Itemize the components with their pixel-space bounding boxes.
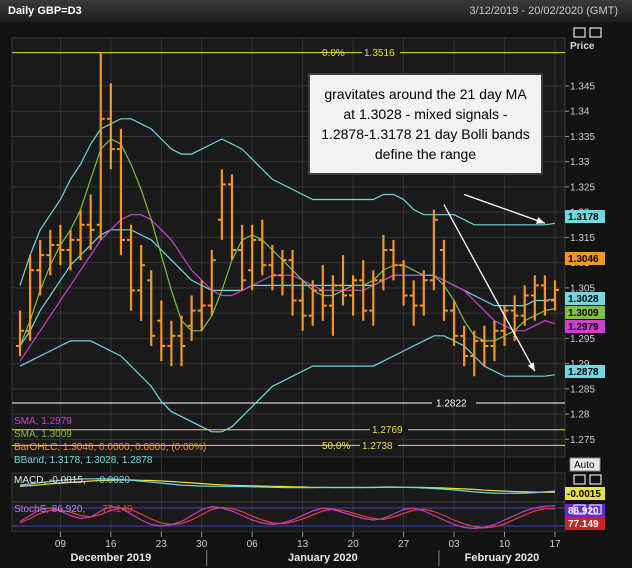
y-tick-label: 1.295 [570, 334, 595, 345]
y-tick-label: 1.315 [570, 233, 595, 244]
price-tag-value: 1.3028 [568, 294, 599, 305]
legend-entry: BBand, 1.3178, 1.3028, 1.2878 [14, 455, 153, 466]
x-tick-label: 17 [549, 539, 561, 550]
y-tick-label: 1.33 [570, 157, 590, 168]
month-label: February 2020 [465, 552, 540, 564]
price-tag-value: 1.2979 [568, 322, 599, 333]
fib-value: 1.3516 [364, 48, 395, 59]
y-tick-label: 1.345 [570, 81, 595, 92]
chart-title: Daily GBP=D3 [8, 5, 82, 17]
x-tick-label: 30 [196, 539, 208, 550]
y-tick-label: 1.34 [570, 107, 590, 118]
price-tag-value: 1.3178 [568, 212, 599, 223]
macd-legend-value: -0.0020 [96, 475, 130, 486]
stoch-legend-value: 77.149 [102, 504, 133, 515]
x-tick-label: 27 [398, 539, 410, 550]
level-value: 1.2822 [436, 398, 467, 409]
price-tag-value: 1.2878 [568, 367, 599, 378]
y-tick-label: 1.28 [570, 410, 590, 421]
fib-value: 1.2769 [372, 425, 403, 436]
y-tick-label: 1.325 [570, 182, 595, 193]
fib-value: 1.2738 [362, 441, 393, 452]
stoch-d-tag-value: 77.149 [568, 519, 599, 530]
x-tick-label: 10 [499, 539, 511, 550]
y-tick-label: 1.335 [570, 132, 595, 143]
month-label: December 2019 [70, 552, 151, 564]
x-tick-label: 03 [448, 539, 460, 550]
fib-label: 50.0% [322, 441, 350, 452]
y-tick-label: 1.275 [570, 435, 595, 446]
legend-entry: SMA, 1.3009 [14, 429, 72, 440]
y-tick-label: 1.285 [570, 384, 595, 395]
price-tag-value: 1.3046 [568, 254, 599, 265]
chart-titlebar: Daily GBP=D3 3/12/2019 - 20/02/2020 (GMT… [0, 0, 632, 23]
annotation-box: gravitates around the 21 day MA at 1.302… [308, 73, 543, 175]
x-tick-label: 20 [348, 539, 360, 550]
auto-button-label: Auto [574, 460, 595, 471]
x-tick-label: 09 [55, 539, 67, 550]
x-tick-label: 06 [247, 539, 259, 550]
macd-tag-value: -0.0015 [567, 489, 601, 500]
x-tick-label: 13 [297, 539, 309, 550]
fib-label: 0.0% [322, 48, 345, 59]
date-range: 3/12/2019 - 20/02/2020 (GMT) [469, 5, 618, 17]
macd-legend-name: MACD, -0.0015, [14, 475, 86, 486]
legend-entry: SMA, 1.2979 [14, 416, 72, 427]
month-label: January 2020 [288, 552, 358, 564]
x-tick-label: 23 [156, 539, 168, 550]
legend-entry: BarOHLC, 1.3046, 0.0000, 0.0000, (0.00%) [14, 442, 206, 453]
price-axis-label: Price [570, 41, 595, 52]
x-tick-label: 16 [105, 539, 117, 550]
stoch-k-tag-value: 86.920 [568, 506, 599, 517]
annotation-text: gravitates around the 21 day MA at 1.302… [321, 86, 530, 162]
price-tag-value: 1.3009 [568, 308, 599, 319]
stoch-legend-name: StochS, 86.920, [14, 504, 85, 515]
